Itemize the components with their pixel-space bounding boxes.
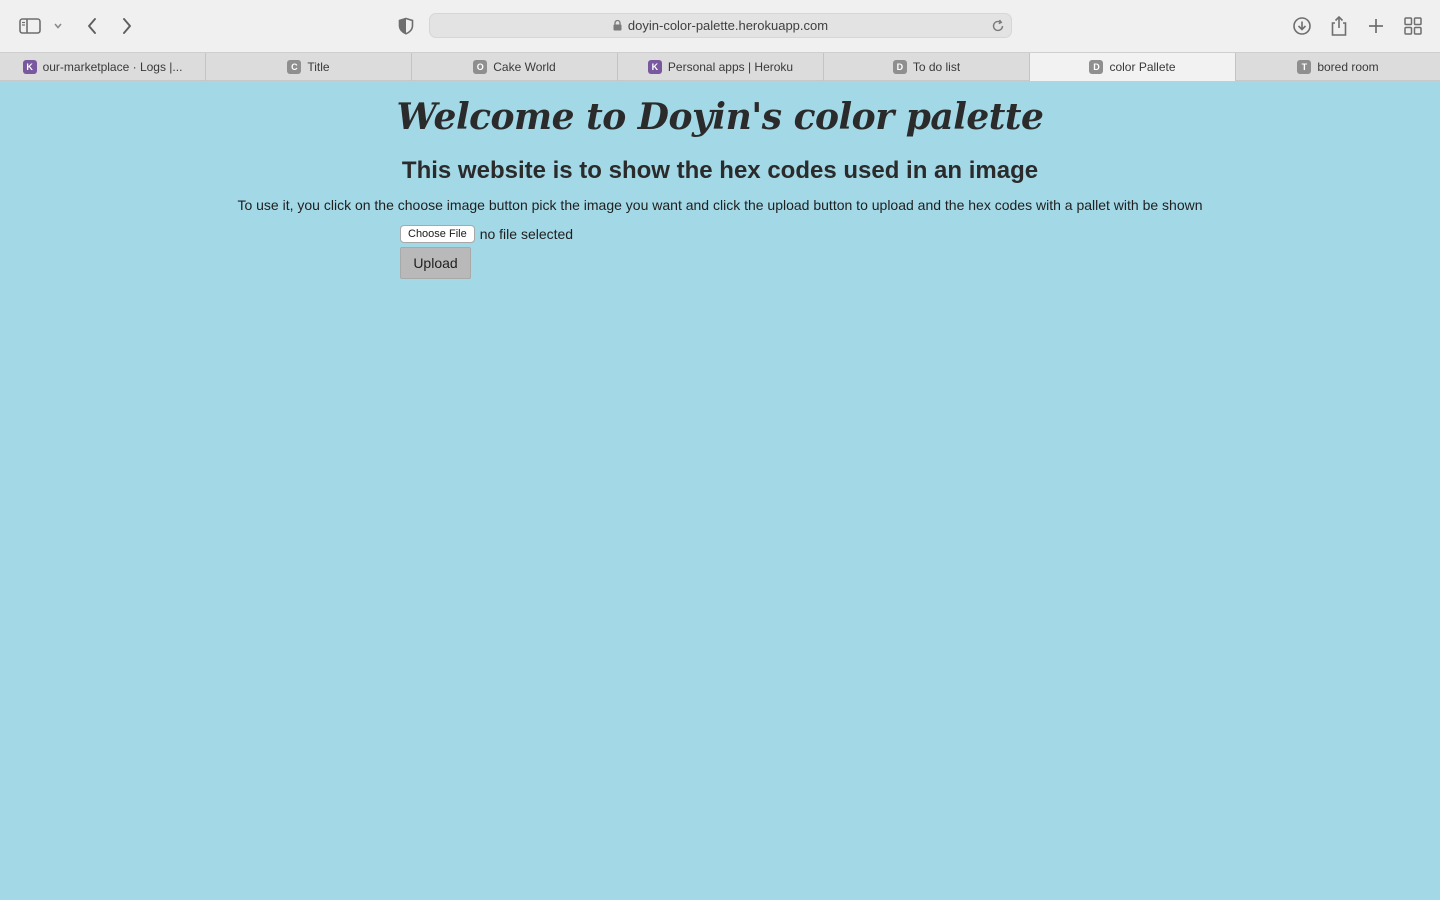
upload-button[interactable]: Upload <box>400 247 471 279</box>
heroku-favicon-icon: K <box>22 60 37 74</box>
url-text: doyin-color-palette.herokuapp.com <box>627 18 829 33</box>
choose-file-button[interactable]: Choose File <box>400 225 475 243</box>
letter-favicon-icon: O <box>473 60 488 74</box>
reload-icon[interactable] <box>990 18 1006 34</box>
tab-to-do-list[interactable]: D To do list <box>824 53 1030 81</box>
letter-favicon-icon: C <box>287 60 302 74</box>
tab-title: To do list <box>912 60 961 74</box>
tab-color-pallete[interactable]: D color Pallete <box>1030 53 1236 81</box>
tab-title-page[interactable]: C Title <box>206 53 412 81</box>
tab-title: color Pallete <box>1109 60 1176 74</box>
file-input: Choose File no file selected <box>400 225 573 243</box>
tab-bored-room[interactable]: T bored room <box>1236 53 1440 81</box>
heroku-favicon-icon: K <box>647 60 662 74</box>
page-subtitle: This website is to show the hex codes us… <box>401 157 1039 184</box>
tab-title: our-marketplace · Logs |... <box>42 60 183 74</box>
lock-icon <box>613 20 622 31</box>
sidebar-icon[interactable] <box>16 13 44 39</box>
tab-title: Title <box>307 60 330 74</box>
tab-strip: K our-marketplace · Logs |... C Title O … <box>0 52 1440 81</box>
tab-title: Personal apps | Heroku <box>667 60 794 74</box>
chevron-right-icon[interactable] <box>115 13 139 39</box>
tab-title: Cake World <box>493 60 556 74</box>
tab-title: bored room <box>1317 60 1379 74</box>
plus-icon[interactable] <box>1364 13 1388 39</box>
address-bar[interactable]: doyin-color-palette.herokuapp.com <box>429 13 1012 38</box>
grid-icon[interactable] <box>1401 13 1425 39</box>
tab-our-marketplace[interactable]: K our-marketplace · Logs |... <box>0 53 206 81</box>
shield-icon[interactable] <box>394 13 418 39</box>
browser-toolbar: doyin-color-palette.herokuapp.com <box>0 0 1440 52</box>
instructions-text: To use it, you click on the choose image… <box>237 197 1203 213</box>
chevron-left-icon[interactable] <box>80 13 104 39</box>
download-icon[interactable] <box>1290 13 1314 39</box>
letter-favicon-icon: D <box>892 60 907 74</box>
chevron-down-icon[interactable] <box>51 17 65 35</box>
file-status-text: no file selected <box>479 226 574 242</box>
share-icon[interactable] <box>1327 12 1351 40</box>
page-content: Welcome to Doyin's color palette This we… <box>0 81 1440 900</box>
page-title: Welcome to Doyin's color palette <box>396 96 1044 138</box>
tab-cake-world[interactable]: O Cake World <box>412 53 618 81</box>
letter-favicon-icon: D <box>1089 60 1104 74</box>
tab-personal-apps-heroku[interactable]: K Personal apps | Heroku <box>618 53 824 81</box>
letter-favicon-icon: T <box>1297 60 1312 74</box>
